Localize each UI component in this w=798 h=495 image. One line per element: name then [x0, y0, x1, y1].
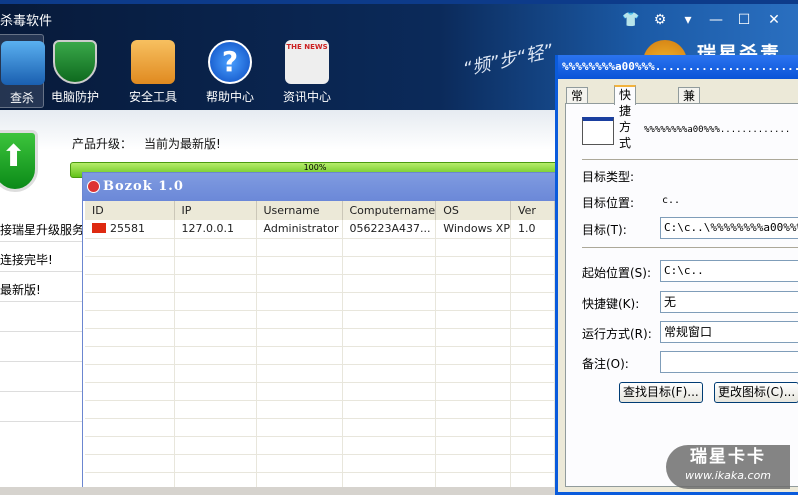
cell-username: Administrator [256, 220, 343, 239]
column-header[interactable]: ID [85, 201, 175, 220]
hotkey-input[interactable]: 无 [660, 291, 798, 313]
target-type-label: 目标类型: [582, 170, 635, 184]
toolbar-news[interactable]: THE NEWS 资讯中心 [270, 34, 344, 108]
upgrade-shield-icon [0, 130, 38, 192]
bozok-logo-icon [87, 180, 100, 193]
run-label: 运行方式(R): [582, 327, 652, 341]
update-status: 产品升级： 当前为最新版! [72, 135, 221, 152]
menu-dropdown-icon[interactable]: ▾ [675, 10, 701, 30]
target-input[interactable]: C:\c..\%%%%%%%%a00%%%... [660, 217, 798, 239]
cell-id: 25581 [85, 220, 175, 239]
slogan: “频”步“轻” [461, 40, 555, 81]
column-header[interactable]: Username [256, 201, 343, 220]
clients-table: ID IP Username Computername OS Ver 25581… [85, 201, 556, 491]
column-header[interactable]: OS [435, 201, 511, 220]
gear-icon[interactable]: ⚙ [647, 10, 673, 30]
log-item: 最新版! [0, 272, 82, 302]
start-in-input[interactable]: C:\c.. [660, 260, 798, 282]
target-label: 目标(T): [582, 223, 627, 237]
cell-computername: 056223A437... [342, 220, 437, 239]
update-status-text: 当前为最新版! [144, 137, 221, 151]
update-label: 产品升级： [72, 137, 133, 151]
toolbar-label: 电脑防护 [50, 90, 99, 104]
tab-shortcut[interactable]: 快捷方式 [614, 85, 637, 150]
target-location-value: c.. [662, 195, 681, 206]
toolbar-protection[interactable]: 电脑防护 [38, 34, 112, 108]
dialog-title[interactable]: %%%%%%%%a00%%%.......................... [558, 55, 798, 79]
toolbox-icon [131, 40, 175, 84]
update-log: 接瑞星升级服务器 连接完毕! 最新版! [0, 212, 82, 422]
hotkey-label: 快捷键(K): [582, 297, 640, 311]
find-target-button[interactable]: 查找目标(F)... [619, 382, 703, 403]
maximize-button[interactable]: ☐ [731, 10, 757, 30]
start-in-label: 起始位置(S): [582, 266, 652, 280]
cell-ver: 1.0 [510, 220, 556, 239]
shortcut-panel: %%%%%%%%a00%%%............. 目标类型: 目标位置: … [565, 103, 798, 487]
toolbar-label: 安全工具 [128, 90, 177, 104]
tab-general[interactable]: 常规 [566, 87, 589, 119]
bozok-window: Bozok 1.0 ID IP Username Computername OS… [82, 172, 556, 495]
minimize-button[interactable]: — [703, 10, 729, 30]
comment-input[interactable] [660, 351, 798, 373]
app-title: 杀毒软件 [0, 14, 53, 29]
shortcut-window-icon [582, 117, 614, 145]
shortcut-name: %%%%%%%%a00%%%............. [644, 125, 791, 135]
umbrella-shield-icon [53, 40, 97, 84]
cell-id-text: 25581 [110, 222, 145, 236]
change-icon-button[interactable]: 更改图标(C)... [714, 382, 798, 403]
toolbar-tools[interactable]: 安全工具 [116, 34, 190, 108]
toolbar-label: 资讯中心 [282, 90, 331, 104]
cell-os: Windows XP [435, 220, 511, 239]
bozok-titlebar[interactable]: Bozok 1.0 [83, 173, 555, 201]
close-button[interactable]: ✕ [761, 10, 787, 30]
column-header[interactable]: Ver [510, 201, 556, 220]
comment-label: 备注(O): [582, 357, 629, 371]
toolbar-label: 查杀 [9, 91, 34, 105]
tab-compatibility[interactable]: 兼容性 [678, 87, 701, 135]
toolbar-label: 帮助中心 [205, 90, 254, 104]
china-flag-icon [92, 223, 106, 234]
column-header[interactable]: Computername [342, 201, 437, 220]
skin-icon[interactable]: 👕 [618, 10, 644, 30]
watermark: 瑞星卡卡 www.ikaka.com [666, 445, 790, 489]
toolbar-help[interactable]: ? 帮助中心 [193, 34, 267, 108]
watermark-name: 瑞星卡卡 [690, 447, 766, 467]
column-header[interactable]: IP [174, 201, 257, 220]
table-row[interactable]: 25581 127.0.0.1 Administrator 056223A437… [85, 220, 556, 239]
cell-ip: 127.0.0.1 [174, 220, 257, 239]
watermark-url: www.ikaka.com [684, 469, 772, 482]
log-item: 连接完毕! [0, 242, 82, 272]
log-item: 接瑞星升级服务器 [0, 212, 82, 242]
shortcut-properties-dialog: %%%%%%%%a00%%%..........................… [555, 55, 798, 495]
news-icon: THE NEWS [285, 40, 329, 84]
run-select[interactable]: 常规窗口 [660, 321, 798, 343]
target-location-label: 目标位置: [582, 196, 635, 210]
help-icon: ? [208, 40, 252, 84]
bozok-title: Bozok 1.0 [103, 179, 184, 194]
